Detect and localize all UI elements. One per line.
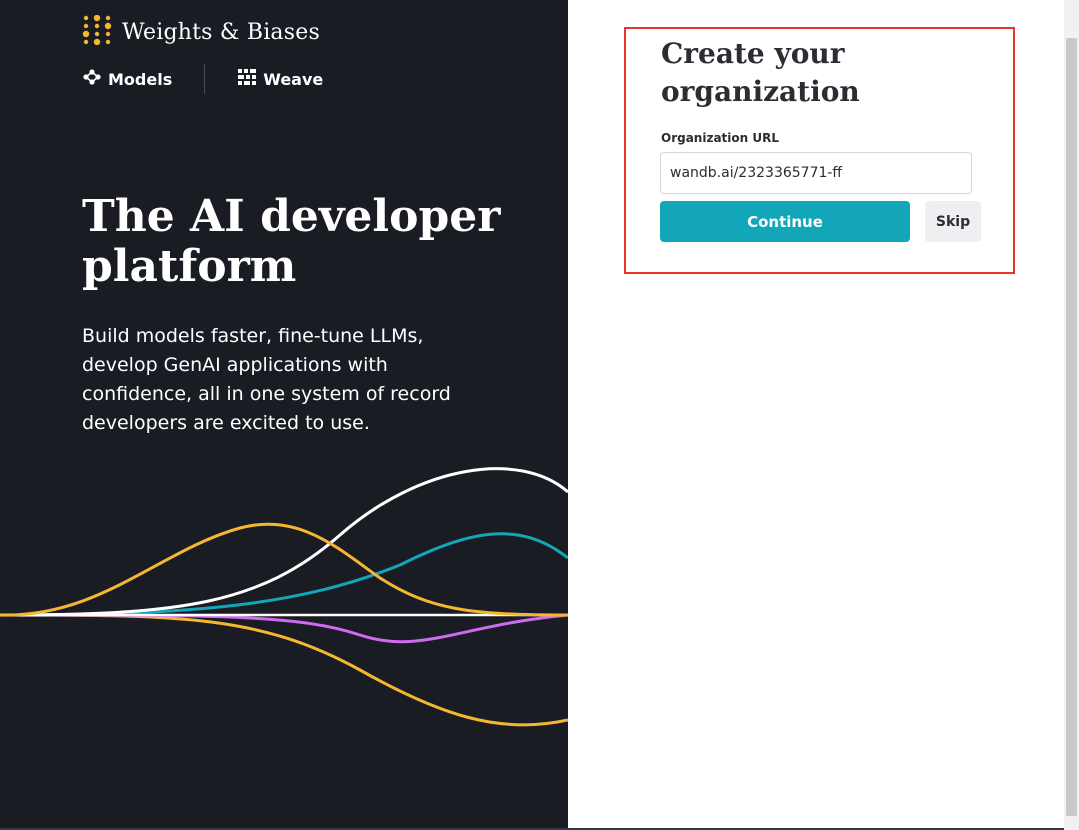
hero-headline-line1: The AI developer [82, 191, 501, 242]
wave-yellow-lower [0, 613, 568, 727]
hero-headline-line2: platform [82, 241, 297, 292]
continue-button[interactable]: Continue [660, 201, 910, 242]
form-title-line2: organization [661, 75, 860, 108]
organization-url-input[interactable] [660, 152, 972, 194]
form-title: Create your organization [661, 35, 991, 111]
organization-url-label: Organization URL [661, 131, 779, 145]
wave-white [0, 467, 568, 617]
form-title-line1: Create your [661, 37, 845, 70]
brand-name: Weights & Biases [122, 19, 320, 45]
product-link-weave[interactable]: Weave [237, 68, 323, 90]
product-nav: Models Weave [82, 64, 323, 94]
scrollbar-thumb[interactable] [1066, 38, 1077, 816]
decorative-wave-lines [0, 467, 568, 727]
product-label-models: Models [108, 69, 173, 89]
models-nodes-icon [82, 68, 102, 90]
weave-grid-icon [237, 68, 257, 90]
marketing-panel: Weights & Biases Models Weave The AI dev… [0, 0, 568, 830]
wandb-dots-logo-icon [82, 14, 112, 49]
hero-subtext: Build models faster, fine-tune LLMs, dev… [82, 325, 451, 434]
product-link-models[interactable]: Models [82, 68, 172, 90]
product-divider [204, 64, 206, 94]
wave-yellow-upper [0, 522, 568, 617]
brand-header[interactable]: Weights & Biases [82, 14, 320, 49]
product-label-weave: Weave [263, 69, 324, 89]
skip-button[interactable]: Skip [925, 201, 981, 242]
hero-headline: The AI developer platform [82, 192, 552, 292]
